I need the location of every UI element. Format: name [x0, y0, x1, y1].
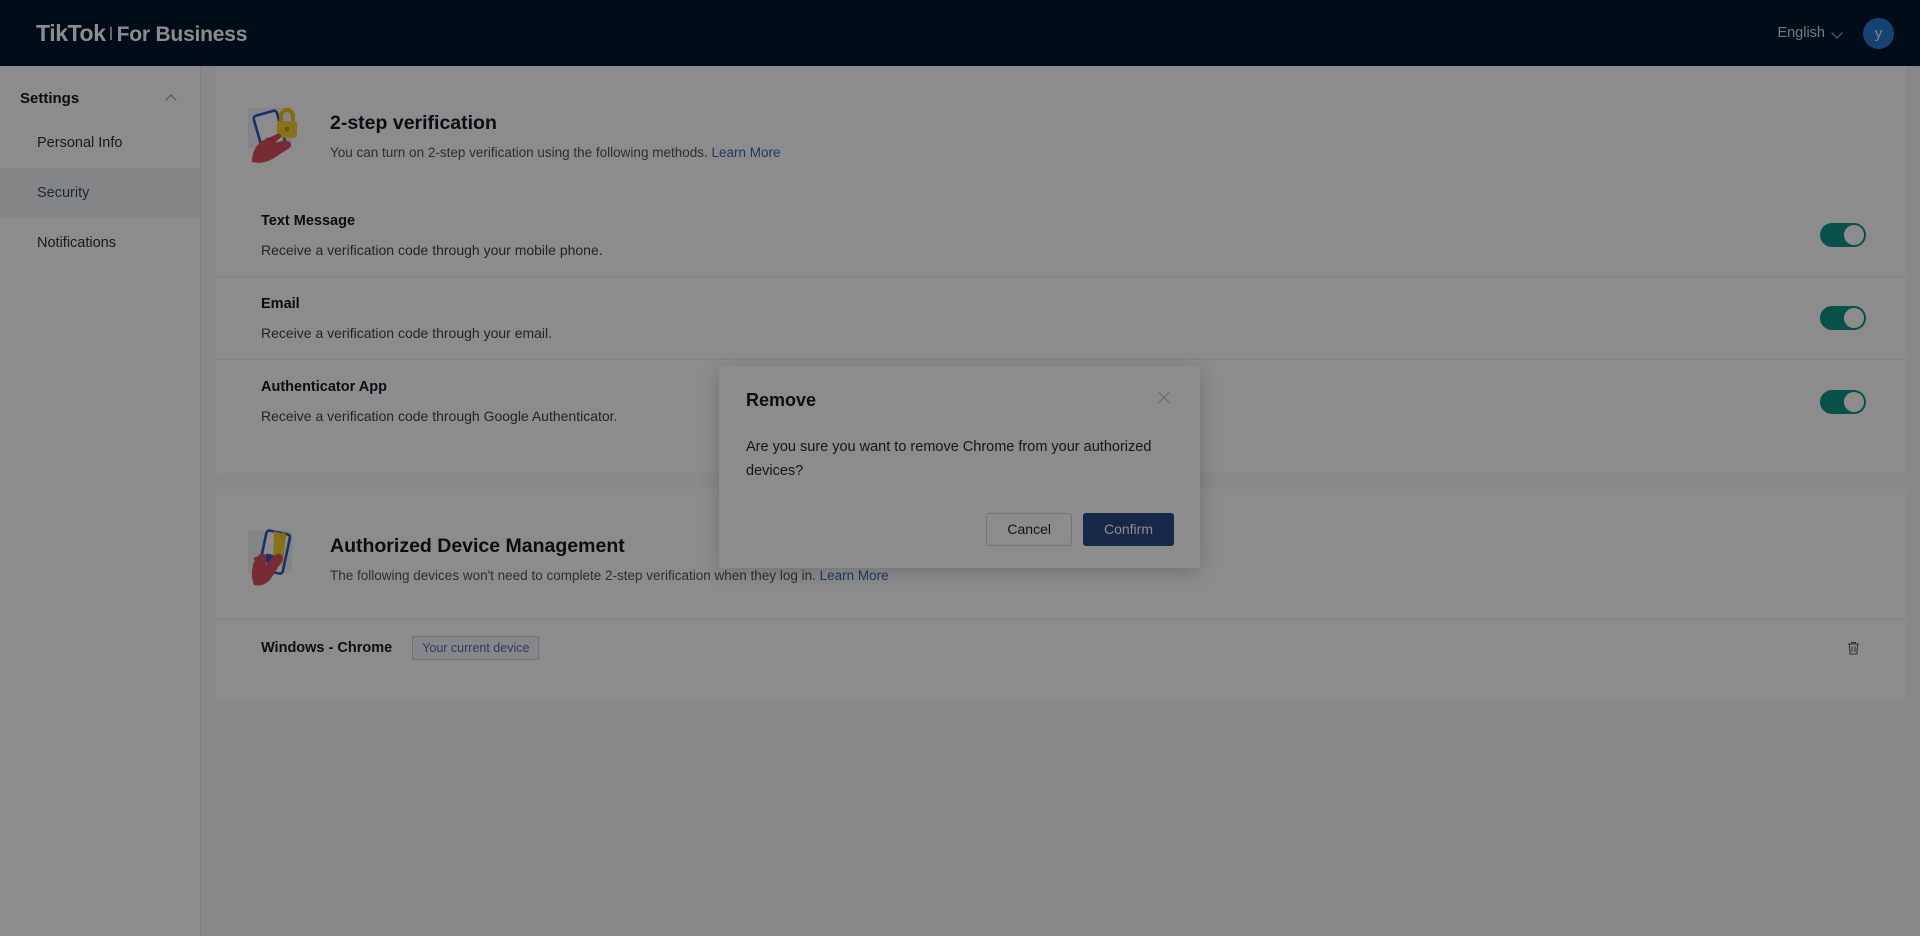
modal-overlay[interactable]	[0, 0, 1920, 936]
